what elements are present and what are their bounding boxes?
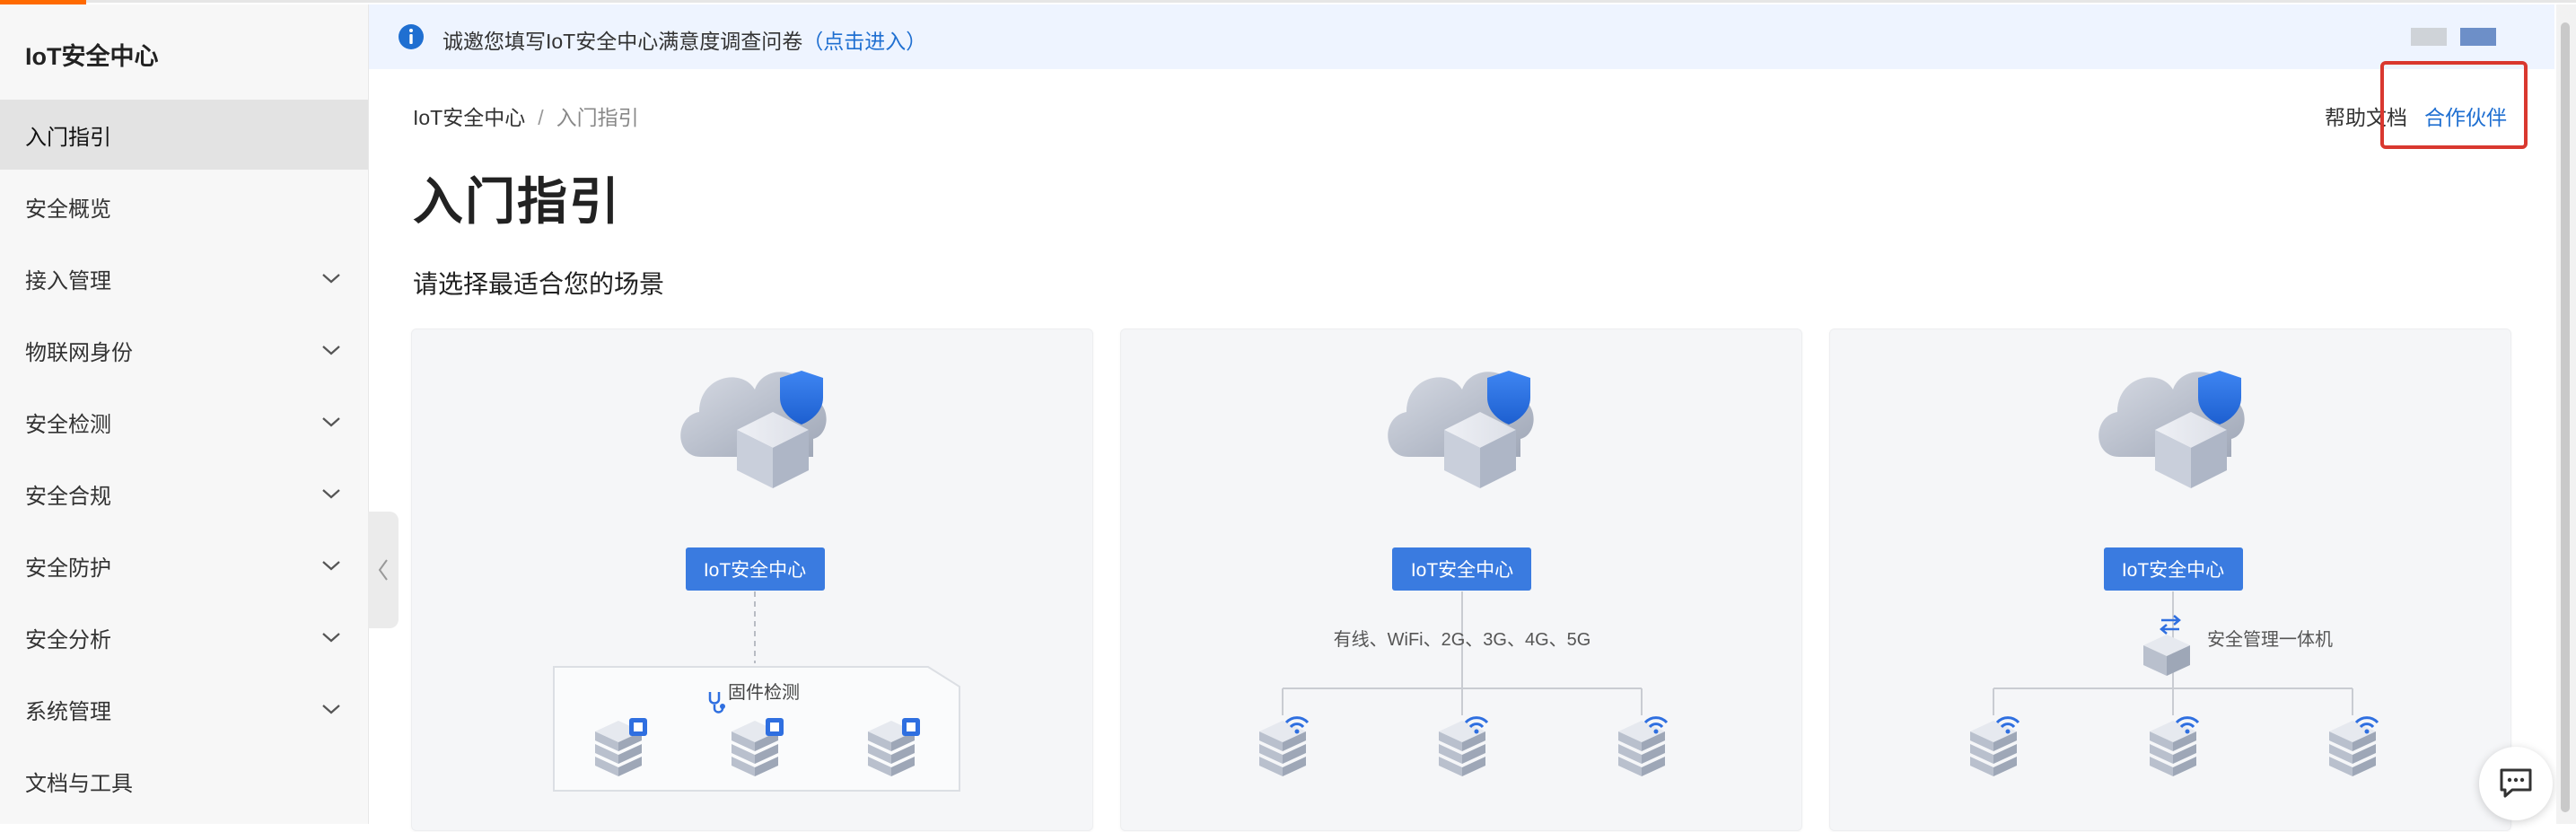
sidebar-item-overview[interactable]: 安全概览 — [0, 171, 368, 241]
scenario-card-firmware[interactable]: IoT安全中心 固件检测 — [411, 328, 1093, 831]
network-scenario-illustration: IoT安全中心 有线、WiFi、2G、3G、4G、5G — [1259, 371, 1669, 776]
breadcrumb: IoT安全中心 / 入门指引 — [413, 101, 639, 131]
sidebar-item-label: 安全合规 — [25, 484, 111, 509]
chevron-down-icon — [322, 417, 340, 427]
scenario-card-network[interactable]: IoT安全中心 有线、WiFi、2G、3G、4G、5G — [1120, 328, 1802, 831]
survey-notice-bar: 诚邀您填写IoT安全中心满意度调查问卷（点击进入） — [369, 4, 2554, 69]
sidebar-brand[interactable]: IoT安全中心 — [25, 37, 159, 72]
sidebar-item-docs-tools[interactable]: 文档与工具 — [0, 746, 368, 816]
sidebar-item-identity[interactable]: 物联网身份 — [0, 315, 368, 385]
chevron-left-icon — [378, 559, 388, 581]
sidebar-item-label: 文档与工具 — [25, 771, 133, 796]
sidebar-item-compliance[interactable]: 安全合规 — [0, 459, 368, 529]
chevron-down-icon — [322, 705, 340, 714]
sidebar-item-analysis[interactable]: 安全分析 — [0, 602, 368, 672]
sidebar-item-protection[interactable]: 安全防护 — [0, 530, 368, 600]
chevron-down-icon — [322, 633, 340, 643]
card-caption: 固件检测 — [728, 682, 800, 703]
card-caption: 安全管理一体机 — [2207, 629, 2333, 650]
card-badge: IoT安全中心 — [2122, 560, 2224, 581]
appliance-scenario-illustration: IoT安全中心 安全管理一体机 — [1970, 371, 2379, 776]
sidebar-item-label: 安全防护 — [25, 556, 111, 581]
top-border — [86, 0, 2576, 3]
card-badge: IoT安全中心 — [704, 560, 806, 581]
breadcrumb-separator: / — [538, 106, 544, 129]
sidebar-collapse-handle[interactable] — [368, 512, 399, 628]
sidebar-item-label: 物联网身份 — [25, 340, 133, 365]
card-caption: 有线、WiFi、2G、3G、4G、5G — [1334, 629, 1591, 650]
page-title: 入门指引 — [413, 173, 621, 230]
chat-icon — [2500, 768, 2532, 798]
device-icon — [1259, 721, 1306, 776]
notice-text: 诚邀您填写IoT安全中心满意度调查问卷 — [442, 30, 803, 53]
highlight-annotation — [2380, 61, 2528, 149]
firmware-scenario-illustration: IoT安全中心 固件检测 — [553, 371, 960, 792]
device-icon — [1439, 721, 1485, 776]
sidebar-item-label: 入门指引 — [25, 125, 111, 150]
device-icon — [2150, 721, 2196, 776]
chevron-down-icon — [322, 346, 340, 355]
card-badge: IoT安全中心 — [1411, 560, 1513, 581]
device-icon — [1618, 721, 1665, 776]
chevron-down-icon — [322, 274, 340, 284]
scrollbar-thumb[interactable] — [2561, 22, 2570, 812]
chip-icon — [629, 718, 647, 736]
sidebar-item-system[interactable]: 系统管理 — [0, 674, 368, 744]
chip-icon — [766, 718, 784, 736]
cloud-shield-icon — [2098, 371, 2245, 488]
router-icon — [2143, 615, 2190, 676]
chat-support-button[interactable] — [2479, 747, 2553, 820]
sidebar: IoT安全中心 入门指引 安全概览 接入管理 物联网身份 安全检测 安全合规 安… — [0, 4, 369, 824]
page-scrollbar[interactable] — [2556, 4, 2576, 824]
survey-link[interactable]: （点击进入） — [802, 30, 926, 53]
notice-control-prev[interactable] — [2411, 28, 2447, 46]
sidebar-item-label: 安全概览 — [25, 197, 111, 222]
sidebar-item-label: 接入管理 — [25, 268, 111, 293]
sidebar-item-detection[interactable]: 安全检测 — [0, 387, 368, 457]
section-title: 请选择最适合您的场景 — [413, 270, 665, 298]
chevron-down-icon — [322, 561, 340, 571]
notice-control-next[interactable] — [2460, 28, 2496, 46]
sidebar-item-label: 系统管理 — [25, 699, 111, 724]
chip-icon — [902, 718, 920, 736]
breadcrumb-current: 入门指引 — [556, 106, 639, 129]
cloud-shield-icon — [680, 371, 827, 488]
sidebar-item-getting-started[interactable]: 入门指引 — [0, 100, 368, 170]
chevron-down-icon — [322, 489, 340, 499]
scenario-card-appliance[interactable]: IoT安全中心 安全管理一体机 — [1829, 328, 2511, 831]
device-icon — [2329, 721, 2376, 776]
breadcrumb-root[interactable]: IoT安全中心 — [413, 106, 525, 129]
sidebar-item-access[interactable]: 接入管理 — [0, 243, 368, 313]
sidebar-item-label: 安全分析 — [25, 627, 111, 652]
sidebar-item-label: 安全检测 — [25, 412, 111, 437]
cloud-shield-icon — [1388, 371, 1534, 488]
device-icon — [1970, 721, 2017, 776]
info-icon — [399, 24, 424, 49]
